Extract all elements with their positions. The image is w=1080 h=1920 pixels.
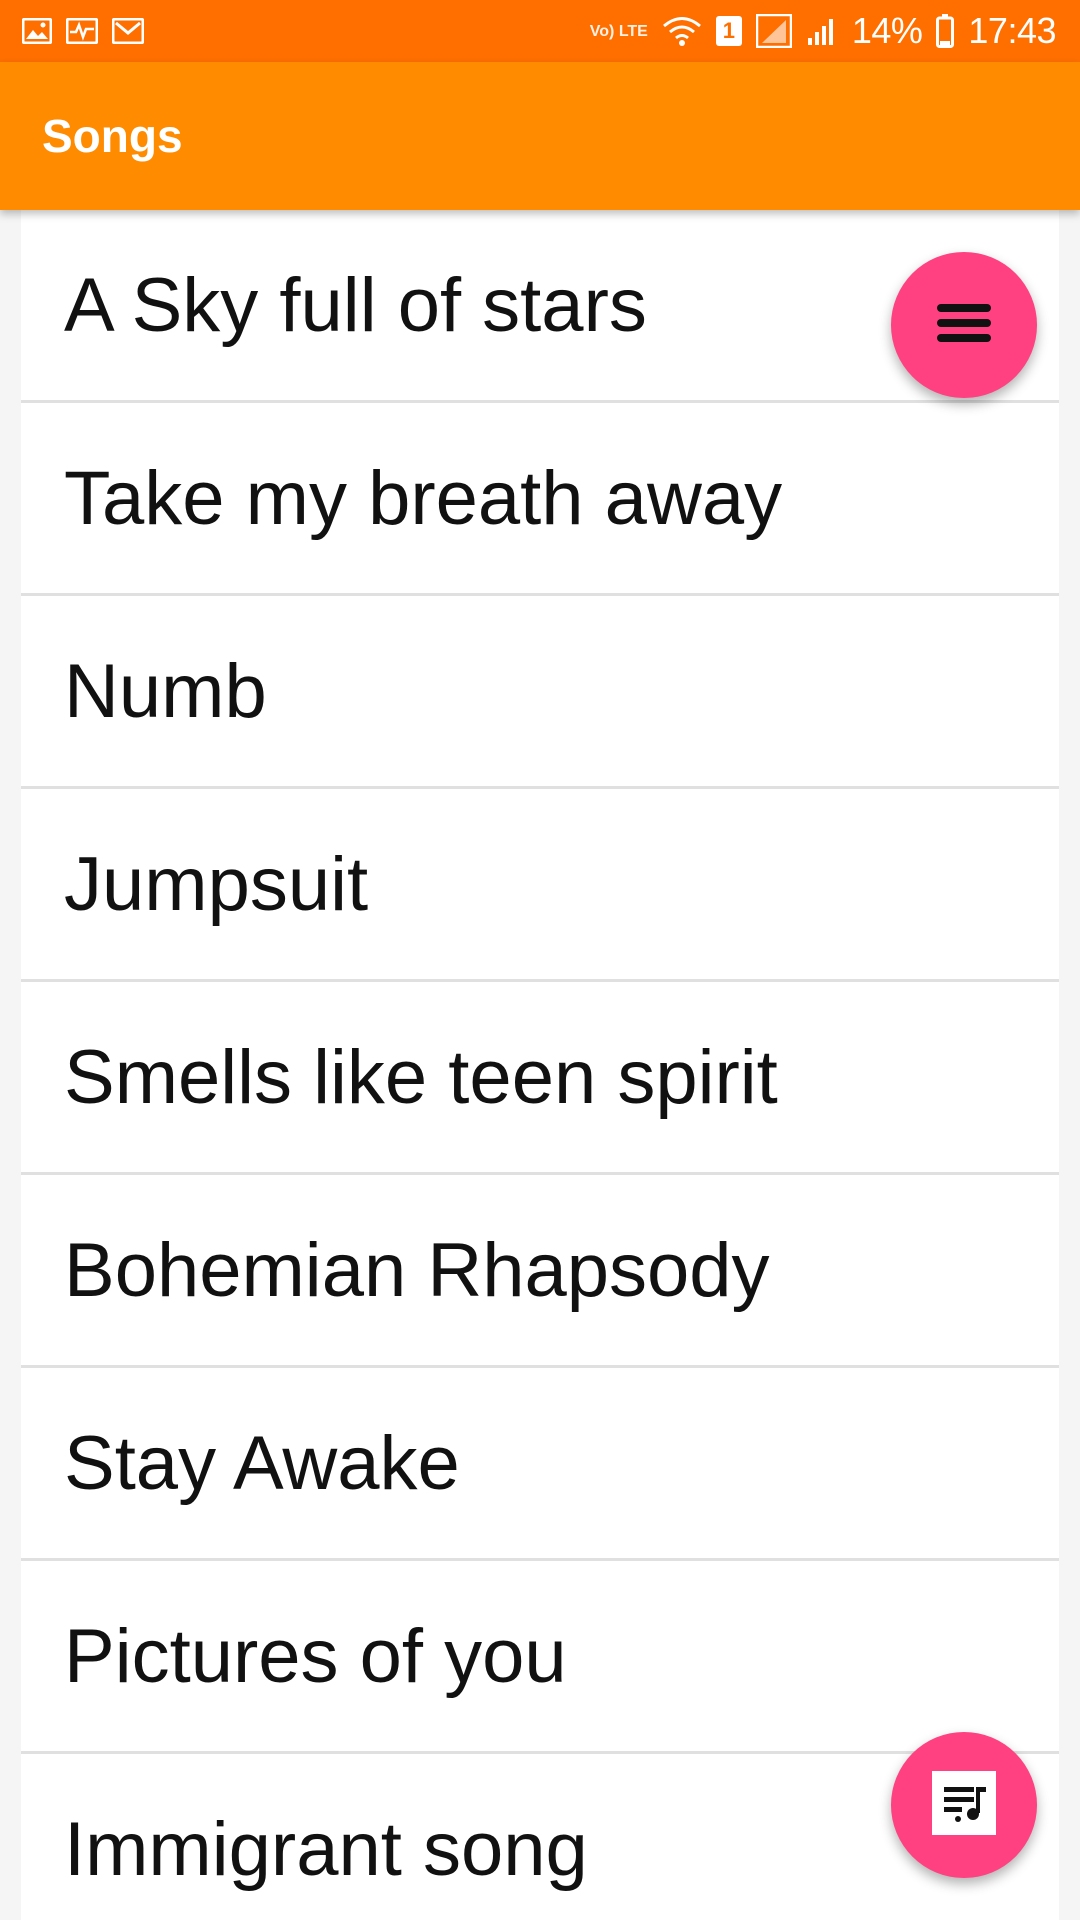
activity-icon [66,18,98,44]
playlist-fab-button[interactable] [891,1732,1037,1878]
song-title: Smells like teen spirit [64,1034,778,1120]
list-item[interactable]: Smells like teen spirit [21,982,1059,1175]
battery-percent: 14% [851,10,923,51]
battery-icon [936,14,955,48]
page-title: Songs [42,110,183,162]
song-title: Jumpsuit [64,841,369,927]
song-list[interactable]: A Sky full of stars Take my breath away … [21,210,1059,1920]
list-item[interactable]: Take my breath away [21,403,1059,596]
app-bar: Songs [0,62,1080,210]
list-item[interactable]: Bohemian Rhapsody [21,1175,1059,1368]
list-item[interactable]: Stay Awake [21,1368,1059,1561]
queue-music-icon [932,1770,996,1840]
gmail-icon [112,18,144,44]
song-title: Bohemian Rhapsody [64,1227,770,1313]
menu-icon [935,301,993,350]
sim-icon: 1 [715,16,742,46]
song-title: Immigrant song [64,1806,588,1892]
signal-bars-icon [806,16,838,46]
song-title: Take my breath away [64,455,783,541]
gallery-icon [22,18,52,44]
song-title: A Sky full of stars [64,262,647,348]
menu-fab-button[interactable] [891,252,1037,398]
song-title: Pictures of you [64,1613,567,1699]
signal-icon [755,14,792,48]
song-title: Stay Awake [64,1420,460,1506]
clock: 17:43 [968,10,1056,51]
song-title: Numb [64,648,267,734]
list-item[interactable]: Numb [21,596,1059,789]
status-bar: Vo) LTE 1 14% 17:43 [0,0,1080,62]
volte-icon: Vo) LTE [589,22,648,40]
list-item[interactable]: Jumpsuit [21,789,1059,982]
list-item[interactable]: Pictures of you [21,1561,1059,1754]
wifi-icon [662,15,702,47]
